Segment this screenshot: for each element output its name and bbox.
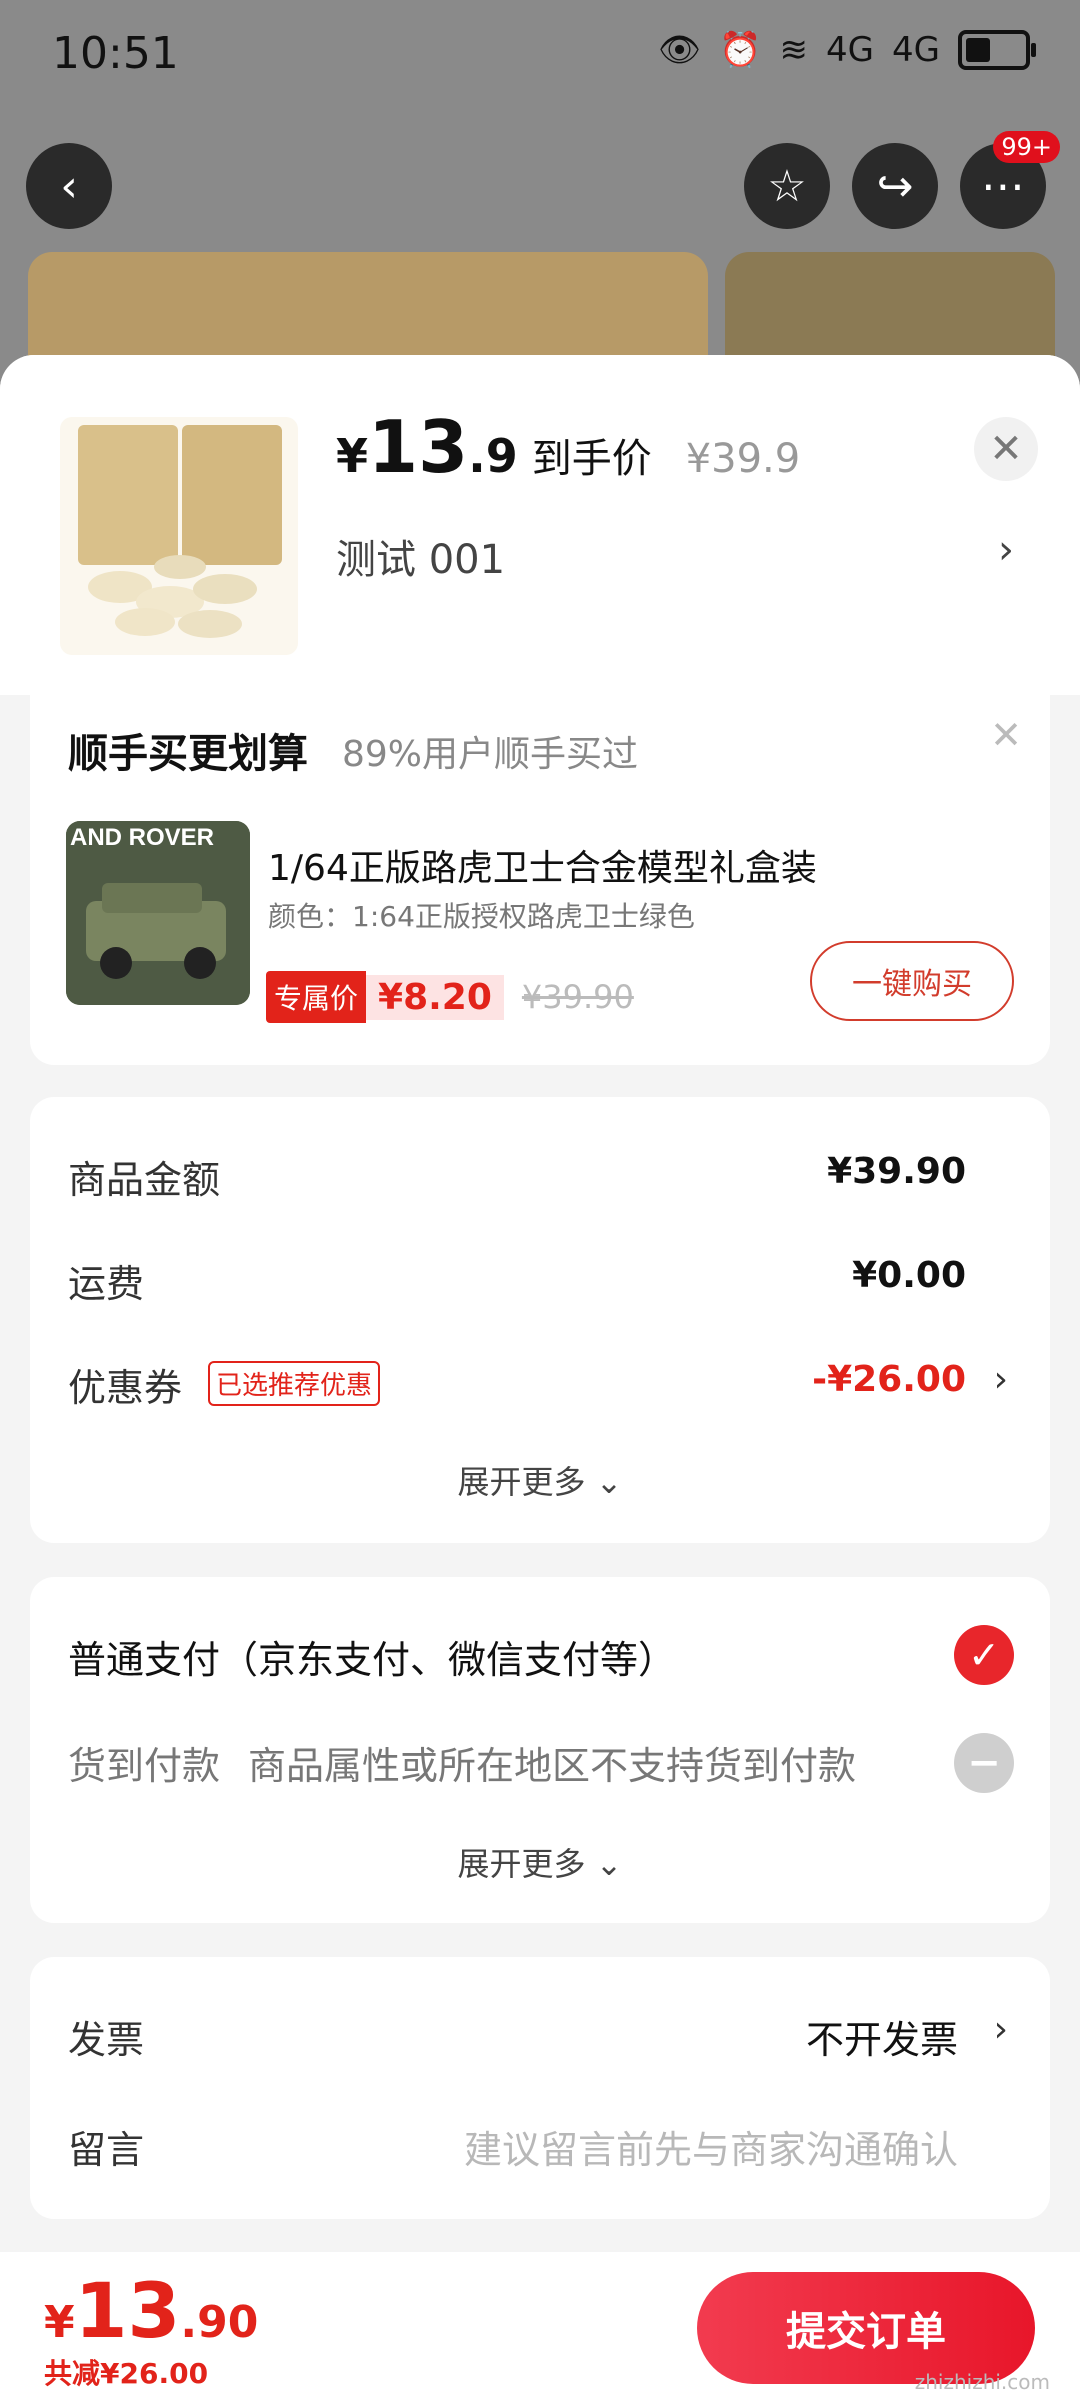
submit-order-button[interactable]: 提交订单 (697, 2272, 1035, 2384)
alarm-icon: ⏰ (719, 30, 762, 70)
saved-amount: 共减¥26.00 (44, 2357, 209, 2390)
goods-amount-value: ¥39.90 (827, 1151, 966, 1192)
total-price: ¥ 13 .90 (44, 2266, 258, 2355)
shipping-label: 运费 (68, 1262, 145, 1306)
product-thumbnail (60, 417, 298, 655)
status-bar: 10:51 👁 ⏰ ≋ 4G 4G (0, 0, 1080, 110)
disabled-icon: − (954, 1733, 1014, 1793)
invoice-card: 发票 不开发票 › 留言 建议留言前先与商家沟通确认 (30, 1957, 1050, 2219)
upsell-title: 顺手买更划算 (68, 731, 308, 777)
wifi-icon: ≋ (779, 30, 809, 70)
upsell-subtitle: 89%用户顺手买过 (342, 734, 639, 775)
expand-more-button-2[interactable]: 展开更多 ⌄ (30, 1839, 1050, 1885)
upsell-product-color: 颜色：1:64正版授权路虎卫士绿色 (268, 900, 695, 933)
exclusive-price-tag: 专属价 (266, 971, 367, 1023)
share-icon[interactable]: ↪ (852, 143, 938, 229)
order-sheet: ¥ 13 .9 到手价 ¥39.9 ✕ 测试 001 › 顺手买更划算 89%用… (0, 355, 1080, 2400)
original-price: ¥39.9 (685, 436, 801, 482)
more-icon[interactable]: ⋯ 99+ (960, 131, 1060, 229)
chevron-right-icon[interactable]: › (994, 2009, 1008, 2050)
upsell-card: 顺手买更划算 89%用户顺手买过 ✕ AND ROVER 1/64正版路虎卫士合… (30, 695, 1050, 1065)
close-icon[interactable]: ✕ (990, 713, 1022, 757)
goods-amount-label: 商品金额 (68, 1158, 221, 1202)
upsell-product-image[interactable]: AND ROVER (66, 821, 250, 1005)
signal-label: 4G (826, 30, 875, 70)
total-integer: 13 (74, 2266, 181, 2355)
status-icons: 👁 ⏰ ≋ 4G 4G (658, 30, 1036, 70)
check-icon[interactable]: ✓ (954, 1625, 1014, 1685)
price-symbol: ¥ (336, 429, 369, 483)
one-click-buy-button[interactable]: 一键购买 (810, 941, 1014, 1021)
total-decimal: .90 (180, 2297, 259, 2348)
close-icon[interactable]: ✕ (974, 417, 1038, 481)
product-header: ¥ 13 .9 到手价 ¥39.9 ✕ 测试 001 › (0, 355, 1080, 695)
background-product-page: 10:51 👁 ⏰ ≋ 4G 4G ‹ ☆ ↪ ⋯ 99+ (0, 0, 1080, 422)
expand-more-button[interactable]: 展开更多 ⌄ (30, 1457, 1050, 1503)
signal-label-2: 4G (892, 30, 940, 70)
upsell-original-price: ¥39.90 (521, 978, 634, 1016)
price-decimal: .9 (468, 429, 518, 483)
chevron-right-icon[interactable]: › (998, 527, 1014, 573)
upsell-product-name[interactable]: 1/64正版路虎卫士合金模型礼盒装 (268, 839, 817, 891)
watermark: zhizhizhi.com (914, 2370, 1050, 2394)
cod-description: 商品属性或所在地区不支持货到付款 (248, 1744, 857, 1788)
coupon-label[interactable]: 优惠券 (68, 1357, 182, 1412)
invoice-label[interactable]: 发票 (68, 2009, 144, 2064)
price-integer: 13 (368, 405, 469, 489)
note-input[interactable]: 建议留言前先与商家沟通确认 (464, 2119, 958, 2174)
star-icon[interactable]: ☆ (744, 143, 830, 229)
price-label: 到手价 (531, 436, 652, 482)
total-symbol: ¥ (44, 2297, 75, 2348)
spec-selector[interactable]: 测试 001 (336, 527, 505, 585)
shipping-value: ¥0.00 (852, 1255, 966, 1296)
payment-card: 普通支付（京东支付、微信支付等） ✓ 货到付款 商品属性或所在地区不支持货到付款… (30, 1577, 1050, 1923)
upsell-exclusive-price: ¥8.20 (366, 974, 504, 1020)
product-price: ¥ 13 .9 到手价 ¥39.9 (336, 405, 800, 489)
battery-icon (958, 30, 1036, 70)
normal-payment-label[interactable]: 普通支付（京东支付、微信支付等） (68, 1629, 676, 1684)
eye-icon: 👁 (658, 30, 702, 70)
back-icon[interactable]: ‹ (26, 143, 112, 229)
more-badge: 99+ (993, 131, 1060, 163)
status-time: 10:51 (52, 28, 179, 79)
coupon-recommend-tag: 已选推荐优惠 (208, 1361, 381, 1406)
cod-label: 货到付款 (68, 1744, 221, 1788)
upsell-price: 专属价 ¥8.20 ¥39.90 (266, 971, 634, 1023)
amount-card: 商品金额 ¥39.90 运费 ¥0.00 优惠券 已选推荐优惠 -¥26.00 … (30, 1097, 1050, 1543)
upsell-image-text: AND ROVER (70, 824, 214, 851)
coupon-value[interactable]: -¥26.00 (812, 1359, 966, 1400)
note-label: 留言 (68, 2128, 145, 2172)
invoice-value[interactable]: 不开发票 (806, 2009, 958, 2064)
chevron-right-icon[interactable]: › (994, 1359, 1008, 1400)
